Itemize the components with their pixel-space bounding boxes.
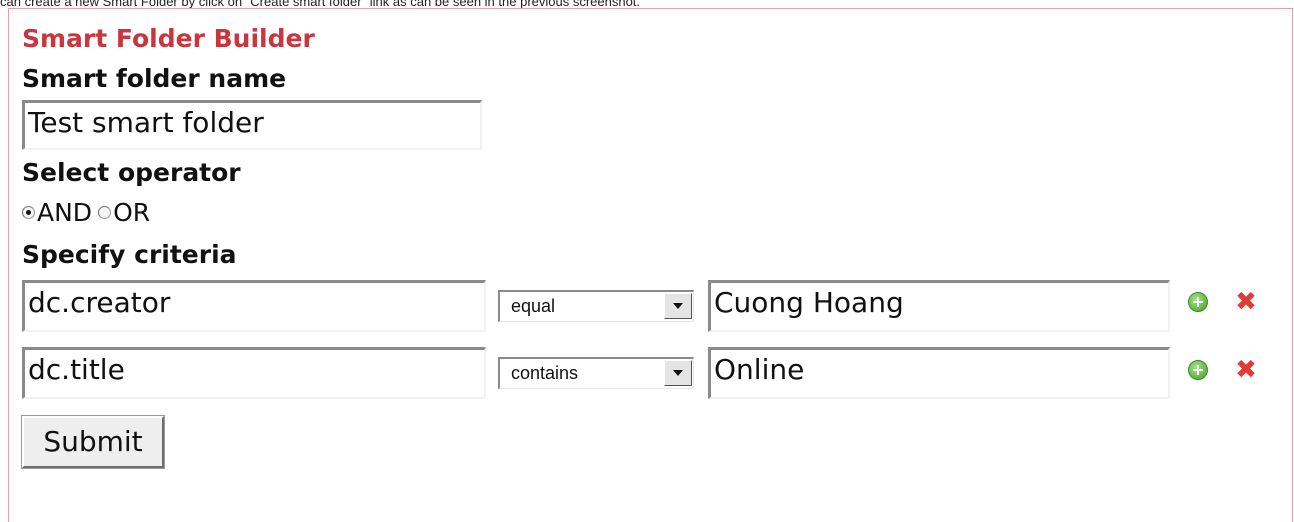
criteria-field-input-2[interactable]: dc.title bbox=[22, 347, 486, 399]
criteria-operator-value-2: contains bbox=[511, 363, 579, 383]
submit-button[interactable]: Submit bbox=[21, 415, 165, 469]
builder-title: Smart Folder Builder bbox=[22, 24, 315, 53]
criteria-value-input-2[interactable]: Online bbox=[708, 347, 1170, 399]
specify-criteria-label: Specify criteria bbox=[22, 240, 237, 269]
criteria-operator-select-1[interactable]: equal bbox=[498, 290, 694, 322]
operator-or-radio[interactable] bbox=[98, 206, 112, 219]
red-x-icon[interactable]: ✖ bbox=[1234, 289, 1258, 315]
plus-circle-icon[interactable] bbox=[1188, 360, 1208, 380]
criteria-field-input-1[interactable]: dc.creator bbox=[22, 280, 486, 332]
operator-and-radio[interactable] bbox=[22, 206, 35, 219]
operator-radio-group: AND OR bbox=[22, 198, 156, 227]
operator-and-label[interactable]: AND bbox=[37, 198, 92, 227]
select-operator-label: Select operator bbox=[22, 158, 241, 187]
operator-or-label[interactable]: OR bbox=[113, 198, 150, 227]
criteria-operator-value-1: equal bbox=[511, 296, 556, 316]
smart-folder-name-label: Smart folder name bbox=[22, 64, 287, 93]
chevron-down-icon[interactable] bbox=[664, 293, 692, 319]
red-x-icon[interactable]: ✖ bbox=[1234, 357, 1258, 383]
smart-folder-name-input[interactable]: Test smart folder bbox=[22, 100, 482, 150]
plus-circle-icon[interactable] bbox=[1188, 292, 1208, 312]
criteria-operator-select-2[interactable]: contains bbox=[498, 357, 694, 389]
criteria-value-input-1[interactable]: Cuong Hoang bbox=[708, 280, 1170, 332]
chevron-down-icon[interactable] bbox=[664, 360, 692, 386]
